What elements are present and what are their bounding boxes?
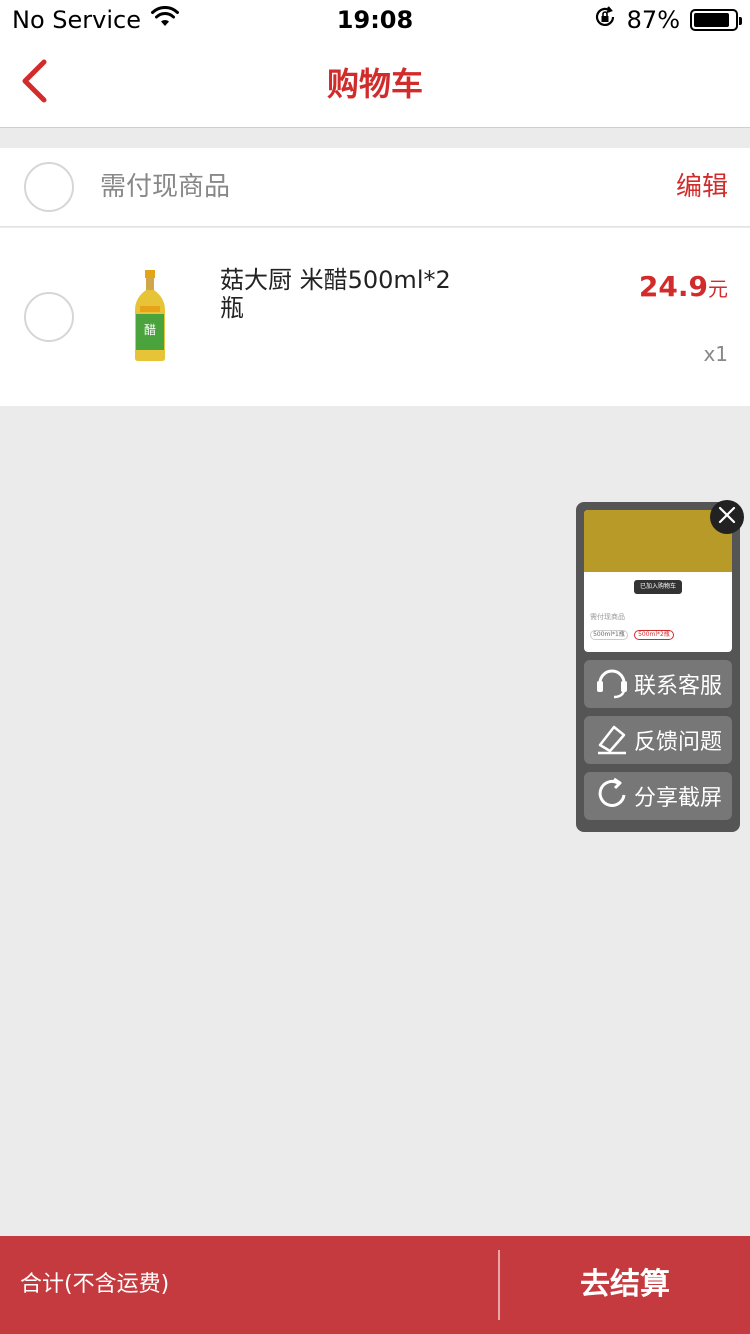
preview-tag-2: 500ml*2瓶 [634,630,674,640]
feedback-icon [594,719,630,761]
feedback-button[interactable]: 反馈问题 [584,716,732,764]
edit-button[interactable]: 编辑 [676,148,728,227]
preview-subtitle: 需付现商品 [590,613,625,621]
carrier-label: No Service [12,6,141,34]
headset-icon [594,663,630,705]
preview-toast: 已加入购物车 [634,580,682,594]
feedback-label: 反馈问题 [634,730,723,755]
battery-icon [690,9,742,31]
wifi-icon [150,5,179,34]
battery-level [694,13,729,27]
cart-item: 醋 菇大厨 米醋500ml*2瓶 24.9元 x1 [0,228,750,406]
share-screenshot-label: 分享截屏 [634,786,723,811]
rotation-lock-icon [593,5,617,35]
contact-support-label: 联系客服 [634,674,723,699]
product-image[interactable]: 醋 [108,268,192,364]
share-icon [594,775,630,817]
svg-text:醋: 醋 [144,322,156,337]
product-quantity: x1 [703,342,728,366]
select-all-checkbox[interactable] [24,162,74,212]
contact-support-button[interactable]: 联系客服 [584,660,732,708]
preview-tag-1: 500ml*1瓶 [590,630,628,640]
floating-assist-panel: 已加入购物车 需付现商品 500ml*1瓶 500ml*2瓶 联系客服 反馈问题… [576,500,744,832]
product-price: 24.9元 [639,270,728,303]
section-label: 需付现商品 [100,172,231,202]
battery-percent: 87% [626,6,680,34]
product-name[interactable]: 菇大厨 米醋500ml*2瓶 [220,266,470,322]
cart-section-header: 需付现商品 编辑 [0,148,750,227]
status-left: No Service [12,5,179,34]
total-label: 合计(不含运费) [20,1272,170,1297]
close-icon [718,506,736,528]
status-bar: No Service 19:08 87% [0,0,750,40]
bottom-bar: 合计(不含运费) 去结算 [0,1236,750,1334]
item-checkbox[interactable] [24,292,74,342]
close-button[interactable] [710,500,744,534]
status-right: 87% [593,5,742,35]
share-screenshot-button[interactable]: 分享截屏 [584,772,732,820]
price-value: 24.9 [638,270,708,303]
nav-bar: 购物车 [0,40,750,128]
price-unit: 元 [708,277,728,301]
page-title: 购物车 [326,65,423,103]
screenshot-preview[interactable]: 已加入购物车 需付现商品 500ml*1瓶 500ml*2瓶 [584,510,732,652]
checkout-button[interactable]: 去结算 [500,1236,750,1334]
